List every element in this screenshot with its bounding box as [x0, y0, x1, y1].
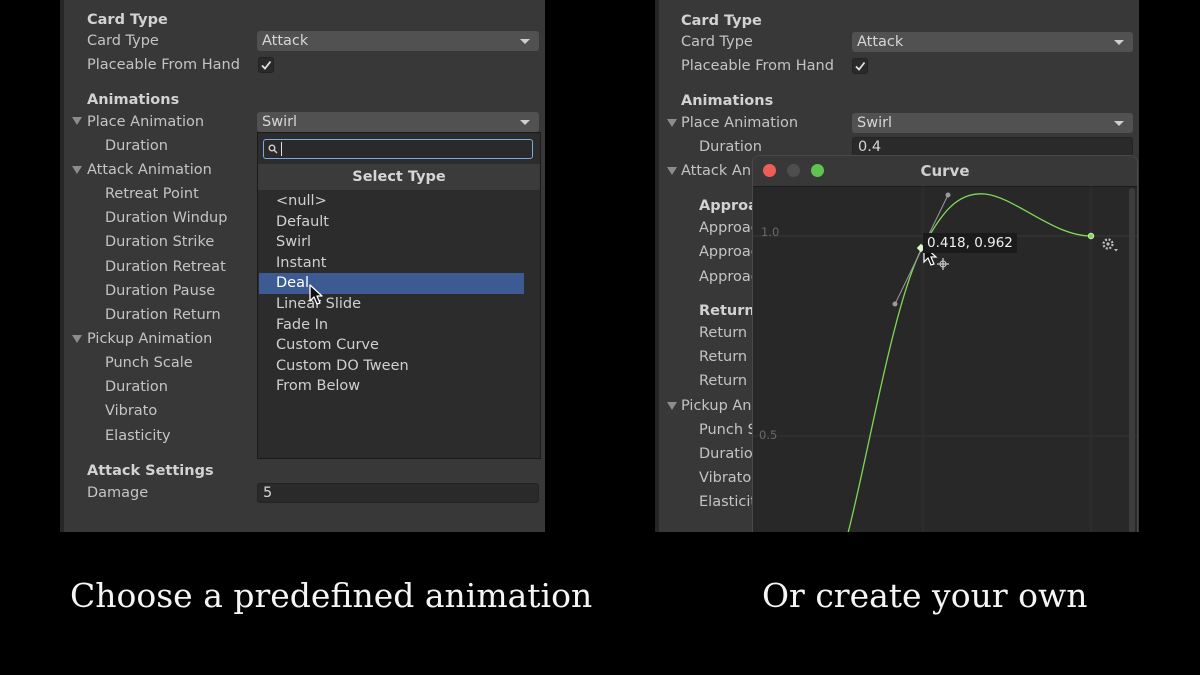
duration-label: Duration — [699, 139, 762, 155]
vertical-scrollbar[interactable] — [1129, 188, 1135, 532]
pickup-field-label: Duratio — [699, 446, 753, 462]
y-axis-label: 1.0 — [761, 225, 780, 239]
attack-field-label: Duration Return — [105, 307, 221, 323]
approach-field-label: Approac — [699, 220, 759, 236]
key-value-tooltip: 0.418, 0.962 — [923, 233, 1017, 253]
curve-editor-window: Curve 1.0 0.5 0.418, 0.962 — [752, 155, 1138, 532]
dropdown-option[interactable]: Instant — [259, 253, 524, 274]
attack-field-label: Retreat Point — [105, 186, 199, 202]
card-type-header: Card Type — [87, 12, 168, 28]
attack-animation-label: Attack Animation — [87, 162, 212, 178]
text-cursor — [281, 142, 282, 156]
dropdown-option[interactable]: Custom Curve — [259, 335, 524, 356]
approach-field-label: Approac — [699, 244, 759, 260]
damage-input[interactable]: 5 — [257, 483, 539, 503]
pickup-field-label: Vibrato — [105, 403, 158, 419]
window-titlebar[interactable]: Curve — [753, 156, 1137, 187]
y-axis-label: 0.5 — [759, 428, 778, 442]
pickup-animation-label: Pickup Ani — [681, 398, 756, 414]
attack-settings-header: Attack Settings — [87, 463, 214, 479]
return-header: Return — [699, 303, 755, 319]
placeable-from-hand-label: Placeable From Hand — [87, 57, 240, 73]
gear-icon[interactable] — [1102, 238, 1119, 252]
animations-header: Animations — [87, 92, 180, 108]
dropdown-option[interactable]: Default — [259, 212, 524, 233]
search-icon — [268, 144, 278, 154]
duration-label: Duration — [105, 138, 168, 154]
place-animation-dropdown[interactable]: Swirl — [257, 112, 539, 132]
search-input[interactable] — [263, 139, 533, 159]
foldout-arrow-icon[interactable] — [667, 167, 677, 175]
place-animation-label: Place Animation — [681, 115, 799, 131]
foldout-arrow-icon[interactable] — [667, 402, 677, 410]
checkmark-icon — [261, 60, 272, 70]
dropdown-option[interactable]: Custom DO Tween — [259, 356, 524, 377]
popup-title: Select Type — [258, 164, 540, 190]
window-title: Curve — [920, 162, 970, 180]
caption-right: Or create your own — [762, 576, 1088, 615]
approach-field-label: Approac — [699, 269, 759, 285]
dropdown-option[interactable]: Linear Slide — [259, 294, 524, 315]
placeable-from-hand-checkbox[interactable] — [852, 58, 868, 74]
animations-header: Animations — [681, 93, 774, 109]
pickup-animation-label: Pickup Animation — [87, 331, 213, 347]
dropdown-option-selected[interactable]: Deal — [259, 273, 524, 294]
foldout-arrow-icon[interactable] — [72, 335, 82, 343]
mouse-pointer-icon — [309, 284, 323, 305]
attack-field-label: Duration Retreat — [105, 259, 226, 275]
card-type-dropdown[interactable]: Attack — [852, 32, 1133, 52]
attack-field-label: Duration Pause — [105, 283, 216, 299]
chevron-down-icon — [1114, 121, 1124, 126]
card-type-header: Card Type — [681, 13, 762, 29]
card-type-dropdown[interactable]: Attack — [257, 31, 539, 51]
checkmark-icon — [855, 61, 866, 71]
placeable-from-hand-checkbox[interactable] — [258, 57, 274, 73]
select-type-popup: Select Type <null> Default Swirl Instant… — [257, 132, 541, 459]
pickup-field-label: Duration — [105, 379, 168, 395]
dropdown-option[interactable]: Swirl — [259, 232, 524, 253]
return-field-label: Return I — [699, 325, 757, 341]
dropdown-option[interactable]: <null> — [259, 191, 524, 212]
pickup-field-label: Punch S — [699, 422, 757, 438]
chevron-down-icon — [1114, 40, 1124, 45]
damage-label: Damage — [87, 485, 149, 501]
attack-field-label: Duration Strike — [105, 234, 215, 250]
foldout-arrow-icon[interactable] — [72, 166, 82, 174]
foldout-arrow-icon[interactable] — [667, 119, 677, 127]
place-animation-label: Place Animation — [87, 114, 205, 130]
attack-animation-label: Attack Ani — [681, 163, 756, 179]
move-cursor-icon — [937, 258, 949, 270]
chevron-down-icon — [520, 39, 530, 44]
card-type-label: Card Type — [681, 34, 753, 50]
tangent-handle[interactable] — [945, 192, 951, 198]
place-animation-dropdown[interactable]: Swirl — [852, 113, 1133, 133]
placeable-from-hand-label: Placeable From Hand — [681, 58, 834, 74]
dropdown-option[interactable]: From Below — [259, 376, 524, 397]
chevron-down-icon — [520, 120, 530, 125]
caption-left: Choose a predefined animation — [70, 576, 593, 615]
curve-key[interactable] — [1087, 232, 1095, 240]
pickup-field-label: Elasticity — [105, 428, 171, 444]
dropdown-option[interactable]: Fade In — [259, 315, 524, 336]
foldout-arrow-icon[interactable] — [72, 117, 82, 125]
tangent-handle[interactable] — [892, 301, 898, 307]
card-type-label: Card Type — [87, 33, 159, 49]
pickup-field-label: Elasticit — [699, 494, 757, 510]
pickup-field-label: Vibrato — [699, 470, 752, 486]
pickup-field-label: Punch Scale — [105, 355, 193, 371]
return-field-label: Return I — [699, 349, 757, 365]
duration-input[interactable]: 0.4 — [852, 137, 1133, 157]
attack-field-label: Duration Windup — [105, 210, 228, 226]
